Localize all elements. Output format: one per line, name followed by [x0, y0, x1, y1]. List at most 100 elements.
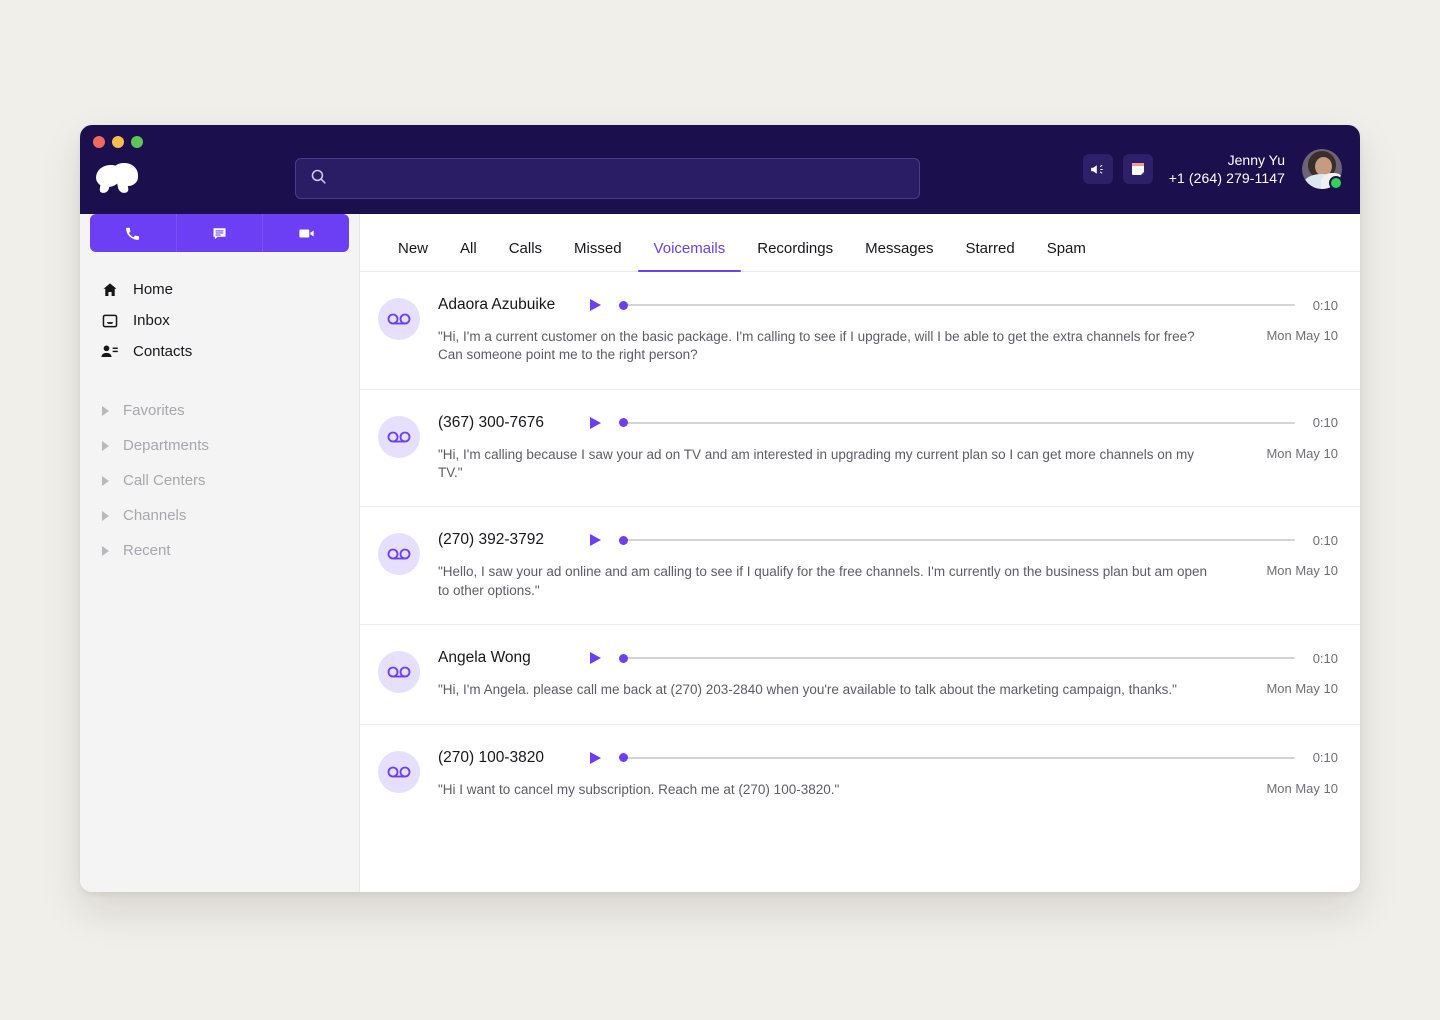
- voicemail-duration: 0:10: [1313, 298, 1338, 313]
- voicemail-content: Adaora Azubuike 0:10 "Hi, I'm a current …: [438, 296, 1338, 365]
- tab-starred[interactable]: Starred: [950, 240, 1031, 271]
- voicemail-header: Adaora Azubuike 0:10: [438, 296, 1338, 314]
- chat-icon: [211, 225, 228, 242]
- new-message-button[interactable]: [177, 214, 264, 252]
- tab-new[interactable]: New: [382, 240, 444, 271]
- play-icon: [590, 299, 601, 311]
- sidebar-item-inbox[interactable]: Inbox: [80, 305, 359, 336]
- voicemail-duration: 0:10: [1313, 750, 1338, 765]
- tab-calls[interactable]: Calls: [493, 240, 558, 271]
- voicemail-icon: [378, 651, 420, 693]
- sidebar-section-label: Favorites: [123, 402, 185, 419]
- voicemail-content: Angela Wong 0:10 "Hi, I'm Angela. please…: [438, 649, 1338, 699]
- scrubber-knob[interactable]: [619, 536, 628, 545]
- tab-all[interactable]: All: [444, 240, 493, 271]
- search-input[interactable]: [337, 171, 905, 187]
- sidebar-item-home[interactable]: Home: [80, 274, 359, 305]
- logo-bubble-right: [112, 163, 138, 186]
- main-panel: New All Calls Missed Voicemails Recordin…: [360, 214, 1360, 892]
- user-info[interactable]: Jenny Yu +1 (264) 279-1147: [1169, 151, 1285, 188]
- sidebar-section-label: Recent: [123, 542, 171, 559]
- tab-voicemails[interactable]: Voicemails: [638, 240, 742, 271]
- voicemail-transcript: "Hi I want to cancel my subscription. Re…: [438, 781, 1238, 799]
- play-icon: [590, 752, 601, 764]
- voicemail-row[interactable]: (367) 300-7676 0:10 "Hi, I'm calling bec…: [360, 390, 1360, 508]
- sidebar-section-recent[interactable]: Recent: [80, 533, 359, 568]
- sidebar-section-label: Call Centers: [123, 472, 206, 489]
- home-icon: [100, 280, 119, 299]
- chevron-right-icon: [102, 476, 109, 486]
- voicemail-row[interactable]: Angela Wong 0:10 "Hi, I'm Angela. please…: [360, 625, 1360, 724]
- close-window-button[interactable]: [93, 136, 105, 148]
- play-button[interactable]: [578, 752, 619, 764]
- voicemail-header: (367) 300-7676 0:10: [438, 414, 1338, 432]
- play-button[interactable]: [578, 652, 619, 664]
- play-icon: [590, 534, 601, 546]
- voicemail-body: "Hi, I'm a current customer on the basic…: [438, 328, 1338, 365]
- scrubber-knob[interactable]: [619, 654, 628, 663]
- play-button[interactable]: [578, 299, 619, 311]
- sidebar-section-call-centers[interactable]: Call Centers: [80, 463, 359, 498]
- playback-scrubber[interactable]: [619, 298, 1295, 312]
- voicemail-row[interactable]: (270) 100-3820 0:10 "Hi I want to cancel…: [360, 725, 1360, 823]
- scrubber-knob[interactable]: [619, 301, 628, 310]
- voicemail-header: (270) 392-3792 0:10: [438, 531, 1338, 549]
- megaphone-icon: [1089, 161, 1106, 178]
- scrubber-knob[interactable]: [619, 418, 628, 427]
- voicemail-icon: [378, 416, 420, 458]
- notes-button[interactable]: [1123, 154, 1153, 184]
- voicemail-date: Mon May 10: [1266, 328, 1338, 343]
- voicemail-transcript: "Hello, I saw your ad online and am call…: [438, 563, 1238, 600]
- playback-scrubber[interactable]: [619, 533, 1295, 547]
- chevron-right-icon: [102, 546, 109, 556]
- sidebar: Home Inbox: [80, 214, 360, 892]
- tab-recordings[interactable]: Recordings: [741, 240, 849, 271]
- play-button[interactable]: [578, 534, 619, 546]
- notepad-icon: [1129, 160, 1147, 178]
- quick-action-bar: [90, 214, 349, 252]
- new-call-button[interactable]: [90, 214, 177, 252]
- sidebar-item-label: Contacts: [133, 343, 192, 360]
- search-bar[interactable]: [295, 158, 920, 199]
- minimize-window-button[interactable]: [112, 136, 124, 148]
- playback-scrubber[interactable]: [619, 751, 1295, 765]
- scrubber-knob[interactable]: [619, 753, 628, 762]
- voicemail-title: Adaora Azubuike: [438, 296, 578, 314]
- voicemail-body: "Hello, I saw your ad online and am call…: [438, 563, 1338, 600]
- voicemail-duration: 0:10: [1313, 651, 1338, 666]
- sidebar-item-contacts[interactable]: Contacts: [80, 336, 359, 367]
- user-name: Jenny Yu: [1169, 151, 1285, 169]
- voicemail-title: Angela Wong: [438, 649, 578, 667]
- sidebar-section-label: Departments: [123, 437, 209, 454]
- voicemail-duration: 0:10: [1313, 533, 1338, 548]
- traffic-lights: [93, 136, 143, 148]
- announcements-button[interactable]: [1083, 154, 1113, 184]
- voicemail-header: Angela Wong 0:10: [438, 649, 1338, 667]
- voicemail-title: (270) 100-3820: [438, 749, 578, 767]
- new-video-button[interactable]: [263, 214, 349, 252]
- title-bar: Jenny Yu +1 (264) 279-1147: [80, 125, 1360, 214]
- sidebar-section-favorites[interactable]: Favorites: [80, 393, 359, 428]
- voicemail-row[interactable]: Adaora Azubuike 0:10 "Hi, I'm a current …: [360, 272, 1360, 390]
- voicemail-transcript: "Hi, I'm calling because I saw your ad o…: [438, 446, 1238, 483]
- dialpad-logo[interactable]: [96, 162, 142, 192]
- play-icon: [590, 417, 601, 429]
- maximize-window-button[interactable]: [131, 136, 143, 148]
- playback-scrubber[interactable]: [619, 651, 1295, 665]
- app-window: Jenny Yu +1 (264) 279-1147: [80, 125, 1360, 892]
- user-phone: +1 (264) 279-1147: [1169, 169, 1285, 187]
- sidebar-section-channels[interactable]: Channels: [80, 498, 359, 533]
- playback-scrubber[interactable]: [619, 416, 1295, 430]
- sidebar-section-departments[interactable]: Departments: [80, 428, 359, 463]
- voicemail-row[interactable]: (270) 392-3792 0:10 "Hello, I saw your a…: [360, 507, 1360, 625]
- contacts-icon: [100, 342, 119, 361]
- tab-messages[interactable]: Messages: [849, 240, 949, 271]
- voicemail-date: Mon May 10: [1266, 446, 1338, 461]
- tab-spam[interactable]: Spam: [1031, 240, 1102, 271]
- avatar[interactable]: [1302, 149, 1342, 189]
- play-button[interactable]: [578, 417, 619, 429]
- voicemail-duration: 0:10: [1313, 415, 1338, 430]
- voicemail-header: (270) 100-3820 0:10: [438, 749, 1338, 767]
- sidebar-nav: Home Inbox: [80, 274, 359, 367]
- tab-missed[interactable]: Missed: [558, 240, 638, 271]
